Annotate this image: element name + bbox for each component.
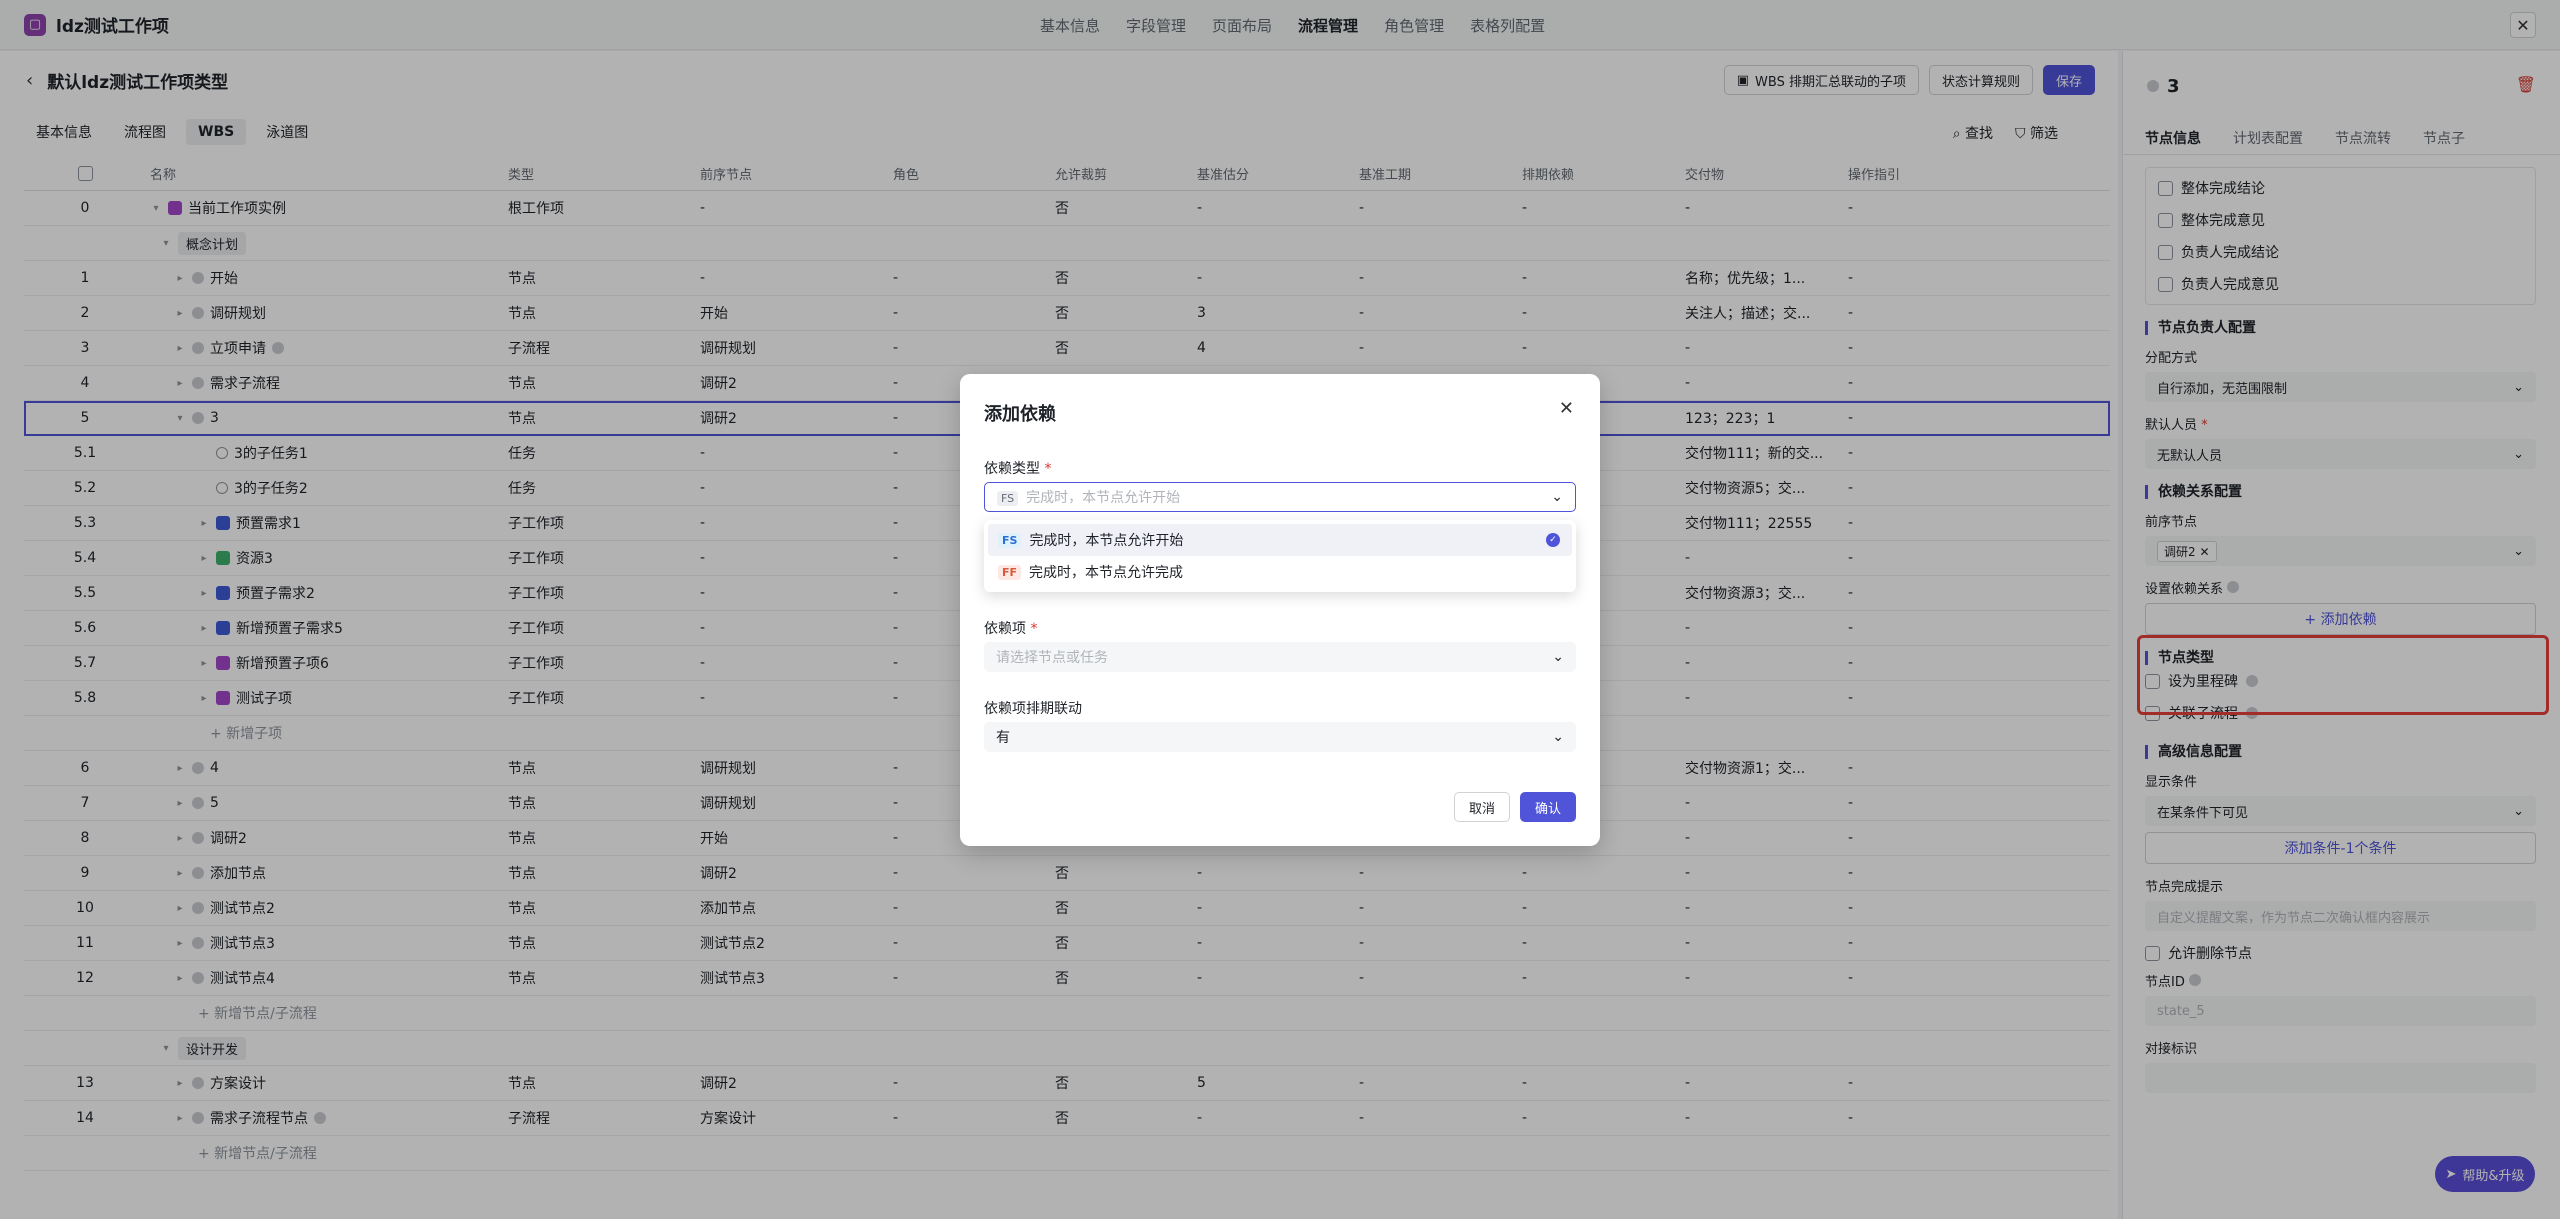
- fs-badge: FS: [998, 532, 1022, 548]
- modal-title: 添加依赖: [984, 404, 1056, 425]
- check-icon: ✓: [1546, 533, 1560, 547]
- dep-item-text: 依赖项: [984, 621, 1026, 637]
- add-dependency-modal: 添加依赖 ✕ 依赖类型 * FS 完成时，本节点允许开始 ⌄ FS 完成时，本节点…: [960, 374, 1600, 846]
- sync-label: 依赖项排期联动: [984, 701, 1082, 717]
- sync-select[interactable]: 有 ⌄: [984, 722, 1576, 752]
- dep-type-dropdown: FS 完成时，本节点允许开始 ✓ FF 完成时，本节点允许完成: [984, 520, 1576, 592]
- confirm-button[interactable]: 确认: [1519, 792, 1576, 822]
- required-mark: *: [1044, 461, 1052, 477]
- required-mark: *: [1030, 621, 1038, 637]
- option-ff[interactable]: FF 完成时，本节点允许完成: [988, 556, 1572, 588]
- sync-value: 有: [996, 730, 1010, 746]
- dep-item-placeholder: 请选择节点或任务: [996, 650, 1108, 666]
- modal-footer: 取消 确认: [1453, 792, 1576, 822]
- chevron-down-icon: ⌄: [1551, 489, 1563, 505]
- cancel-button[interactable]: 取消: [1453, 792, 1510, 822]
- option-label: 完成时，本节点允许开始: [1029, 533, 1184, 549]
- dep-type-placeholder: 完成时，本节点允许开始: [1026, 490, 1181, 506]
- ff-badge: FF: [998, 564, 1022, 580]
- dep-item-select[interactable]: 请选择节点或任务 ⌄: [984, 642, 1576, 672]
- chevron-down-icon: ⌄: [1552, 649, 1564, 665]
- dep-item-label: 依赖项 *: [984, 618, 1037, 638]
- dep-type-label: 依赖类型 *: [984, 458, 1051, 478]
- chevron-down-icon: ⌄: [1552, 729, 1564, 745]
- option-label: 完成时，本节点允许完成: [1029, 565, 1184, 581]
- dep-type-select[interactable]: FS 完成时，本节点允许开始 ⌄: [984, 482, 1576, 512]
- dep-type-selected: FS 完成时，本节点允许开始: [997, 487, 1180, 507]
- close-icon[interactable]: ✕: [1559, 398, 1574, 419]
- option-fs[interactable]: FS 完成时，本节点允许开始 ✓: [988, 524, 1572, 556]
- fs-badge: FS: [997, 491, 1019, 506]
- dep-type-text: 依赖类型: [984, 461, 1040, 477]
